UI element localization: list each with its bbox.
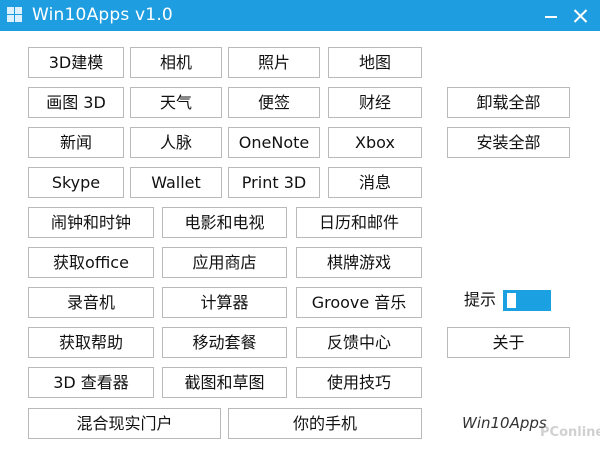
print3d-button[interactable]: Print 3D	[228, 167, 320, 198]
brand-label: Win10Apps	[462, 414, 547, 432]
alarms-clock-button[interactable]: 闹钟和时钟	[28, 207, 154, 238]
close-icon[interactable]	[566, 0, 596, 31]
wallet-button[interactable]: Wallet	[130, 167, 222, 198]
calendar-mail-button[interactable]: 日历和邮件	[296, 207, 422, 238]
messaging-button[interactable]: 消息	[328, 167, 422, 198]
mixed-reality-portal-button[interactable]: 混合现实门户	[28, 408, 221, 439]
tips-button[interactable]: 使用技巧	[296, 367, 422, 398]
uninstall-all-button[interactable]: 卸载全部	[447, 87, 570, 118]
sticky-notes-button[interactable]: 便签	[228, 87, 320, 118]
photos-button[interactable]: 照片	[228, 47, 320, 78]
people-button[interactable]: 人脉	[130, 127, 222, 158]
watermark: PConline	[540, 425, 600, 440]
3d-builder-button[interactable]: 3D建模	[28, 47, 124, 78]
mobile-plans-button[interactable]: 移动套餐	[162, 327, 287, 358]
title-bar: Win10Apps v1.0	[0, 0, 600, 31]
hint-label: 提示	[464, 290, 497, 309]
your-phone-button[interactable]: 你的手机	[228, 408, 422, 439]
feedback-hub-button[interactable]: 反馈中心	[296, 327, 422, 358]
xbox-button[interactable]: Xbox	[328, 127, 422, 158]
store-button[interactable]: 应用商店	[162, 247, 287, 278]
skype-button[interactable]: Skype	[28, 167, 124, 198]
hint-toggle[interactable]	[503, 290, 551, 311]
maps-button[interactable]: 地图	[328, 47, 422, 78]
about-button[interactable]: 关于	[447, 327, 570, 358]
windows-logo-icon	[7, 7, 23, 23]
toggle-knob	[507, 293, 516, 308]
install-all-button[interactable]: 安装全部	[447, 127, 570, 158]
paint3d-button[interactable]: 画图 3D	[28, 87, 124, 118]
get-office-button[interactable]: 获取office	[28, 247, 154, 278]
onenote-button[interactable]: OneNote	[228, 127, 320, 158]
snip-sketch-button[interactable]: 截图和草图	[162, 367, 287, 398]
3d-viewer-button[interactable]: 3D 查看器	[28, 367, 154, 398]
camera-button[interactable]: 相机	[130, 47, 222, 78]
news-button[interactable]: 新闻	[28, 127, 124, 158]
window-title: Win10Apps v1.0	[32, 5, 173, 25]
movies-tv-button[interactable]: 电影和电视	[162, 207, 287, 238]
money-button[interactable]: 财经	[328, 87, 422, 118]
minimize-icon[interactable]	[536, 0, 566, 31]
weather-button[interactable]: 天气	[130, 87, 222, 118]
voice-recorder-button[interactable]: 录音机	[28, 287, 154, 318]
get-help-button[interactable]: 获取帮助	[28, 327, 154, 358]
calculator-button[interactable]: 计算器	[162, 287, 287, 318]
groove-music-button[interactable]: Groove 音乐	[296, 287, 422, 318]
board-games-button[interactable]: 棋牌游戏	[296, 247, 422, 278]
